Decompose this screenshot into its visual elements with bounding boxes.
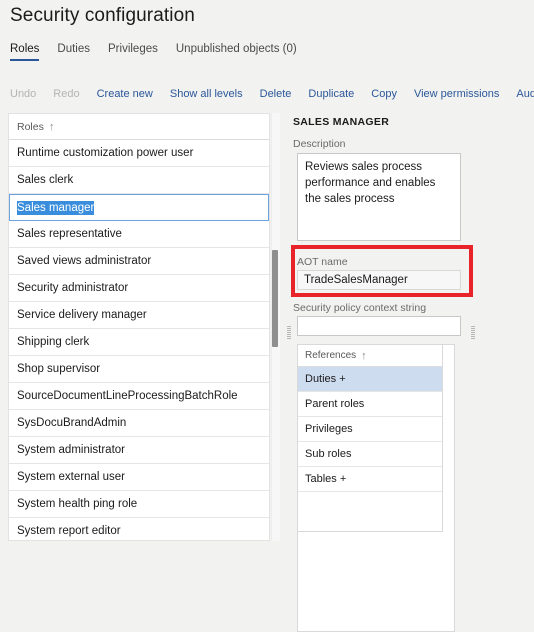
detail-title: SALES MANAGER: [293, 116, 390, 128]
security-policy-context-string-input[interactable]: [297, 316, 461, 336]
table-row[interactable]: Sales representative: [9, 221, 269, 248]
table-row[interactable]: Shipping clerk: [9, 329, 269, 356]
table-row[interactable]: System external user: [9, 464, 269, 491]
tab-unpublished-objects-label: Unpublished objects (0): [175, 43, 297, 55]
role-name: Security administrator: [17, 282, 129, 294]
role-name: Service delivery manager: [17, 309, 147, 321]
sort-ascending-icon: ↑: [361, 349, 367, 362]
table-row[interactable]: SourceDocumentLineProcessingBatchRole: [9, 383, 269, 410]
description-textarea[interactable]: Reviews sales process performance and en…: [297, 153, 461, 241]
role-name: Runtime customization power user: [17, 147, 194, 159]
tab-duties[interactable]: Duties: [57, 43, 108, 61]
table-row[interactable]: Shop supervisor: [9, 356, 269, 383]
table-row[interactable]: System health ping role: [9, 491, 269, 518]
reference-name: Privileges: [305, 423, 353, 435]
table-row[interactable]: Sales clerk: [9, 167, 269, 194]
list-item-duties[interactable]: Duties +: [298, 367, 442, 392]
view-permissions-button[interactable]: View permissions: [414, 88, 510, 100]
tab-unpublished-objects[interactable]: Unpublished objects (0): [176, 43, 315, 61]
table-row[interactable]: Service delivery manager: [9, 302, 269, 329]
role-name: System health ping role: [17, 498, 138, 510]
aot-name-input[interactable]: TradeSalesManager: [297, 270, 461, 290]
tab-privileges-label: Privileges: [108, 43, 158, 55]
duplicate-button[interactable]: Duplicate: [308, 88, 365, 100]
roles-list-scrollbar-thumb[interactable]: [272, 250, 278, 347]
role-name: System external user: [17, 471, 126, 483]
references-list-header[interactable]: References ↑: [298, 345, 442, 367]
security-policy-context-string-label: Security policy context string: [293, 302, 427, 314]
reference-name: Parent roles: [305, 398, 365, 410]
role-name: Saved views administrator: [17, 255, 152, 267]
table-row[interactable]: SysDocuBrandAdmin: [9, 410, 269, 437]
page-title: Security configuration: [10, 5, 195, 26]
create-new-button[interactable]: Create new: [97, 88, 164, 100]
tab-roles[interactable]: Roles: [10, 43, 57, 61]
role-detail-panel: SALES MANAGER Description Reviews sales …: [288, 113, 534, 632]
roles-list-panel: Roles ↑ Runtime customization power user…: [8, 113, 270, 541]
table-row-selected[interactable]: Sales manager: [9, 194, 269, 221]
panel-splitter-right[interactable]: [471, 326, 475, 339]
tab-duties-label: Duties: [57, 43, 91, 55]
role-name: SysDocuBrandAdmin: [17, 417, 127, 429]
role-name: Sales representative: [17, 228, 122, 240]
role-name: Shipping clerk: [17, 336, 90, 348]
reference-name: Duties +: [305, 373, 346, 385]
references-list-header-label: References: [305, 350, 357, 361]
list-item-sub-roles[interactable]: Sub roles: [298, 442, 442, 467]
redo-button[interactable]: Redo: [53, 88, 90, 100]
references-list-panel: References ↑ Duties + Parent roles Privi…: [297, 344, 443, 532]
list-item-tables[interactable]: Tables +: [298, 467, 442, 492]
roles-list-header-label: Roles: [17, 120, 44, 133]
role-name: SourceDocumentLineProcessingBatchRole: [17, 390, 238, 402]
aot-name-label: AOT name: [297, 256, 348, 268]
delete-button[interactable]: Delete: [260, 88, 303, 100]
table-row[interactable]: System report editor: [9, 518, 269, 540]
reference-name: Sub roles: [305, 448, 352, 460]
panel-splitter-left[interactable]: [287, 326, 291, 339]
role-name: System report editor: [17, 525, 121, 537]
toolbar: Undo Redo Create new Show all levels Del…: [10, 88, 534, 100]
table-row[interactable]: Security administrator: [9, 275, 269, 302]
show-all-levels-button[interactable]: Show all levels: [170, 88, 254, 100]
role-name: System administrator: [17, 444, 126, 456]
table-row[interactable]: System administrator: [9, 437, 269, 464]
role-name: Shop supervisor: [17, 363, 101, 375]
tab-roles-label: Roles: [10, 43, 40, 55]
sort-ascending-icon: ↑: [48, 120, 55, 133]
roles-list-header[interactable]: Roles ↑: [9, 114, 269, 140]
reference-name: Tables +: [305, 473, 347, 485]
role-name: Sales manager: [17, 200, 95, 215]
audit-trail-button[interactable]: Audit trail: [516, 88, 534, 100]
table-row[interactable]: Runtime customization power user: [9, 140, 269, 167]
copy-button[interactable]: Copy: [371, 88, 408, 100]
tabstrip: Roles Duties Privileges Unpublished obje…: [10, 43, 315, 61]
description-label: Description: [293, 138, 346, 150]
undo-button[interactable]: Undo: [10, 88, 47, 100]
table-row[interactable]: Saved views administrator: [9, 248, 269, 275]
role-name: Sales clerk: [17, 174, 74, 186]
tab-privileges[interactable]: Privileges: [108, 43, 176, 61]
list-item-privileges[interactable]: Privileges: [298, 417, 442, 442]
list-item-parent-roles[interactable]: Parent roles: [298, 392, 442, 417]
